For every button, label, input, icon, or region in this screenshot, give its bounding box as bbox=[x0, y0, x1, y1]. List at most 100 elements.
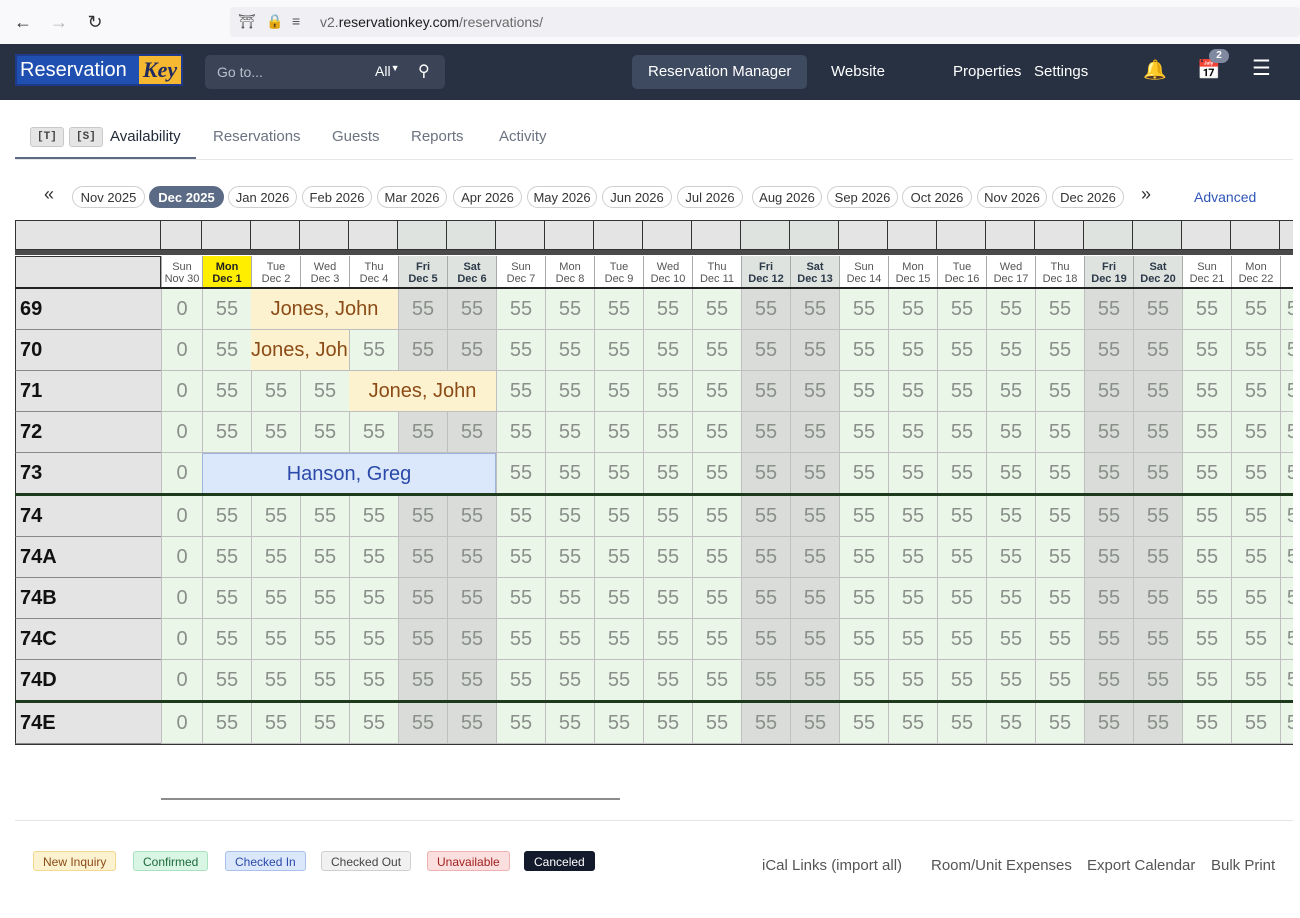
availability-cell[interactable]: 55 bbox=[1280, 660, 1293, 701]
availability-cell[interactable]: 55 bbox=[643, 496, 692, 537]
day-header[interactable]: Thu Dec 18 bbox=[1035, 256, 1084, 288]
nav-reservation-manager[interactable]: Reservation Manager bbox=[632, 55, 808, 89]
day-header[interactable]: D bbox=[1280, 256, 1293, 288]
availability-cell[interactable]: 55 bbox=[398, 496, 447, 537]
availability-cell[interactable]: 55 bbox=[594, 537, 643, 578]
availability-cell[interactable]: 55 bbox=[986, 412, 1035, 453]
availability-cell[interactable]: 55 bbox=[594, 578, 643, 619]
availability-cell[interactable]: 55 bbox=[1231, 371, 1280, 412]
search-input[interactable]: Go to... bbox=[217, 64, 263, 80]
month-mar-2026[interactable]: Mar 2026 bbox=[377, 186, 447, 208]
nav-website[interactable]: Website bbox=[815, 55, 901, 89]
availability-cell[interactable]: 55 bbox=[790, 703, 839, 744]
availability-cell[interactable]: 55 bbox=[888, 537, 937, 578]
availability-cell[interactable]: 55 bbox=[1035, 330, 1084, 371]
day-header[interactable]: Sun Dec 7 bbox=[496, 256, 545, 288]
day-header[interactable]: Sun Nov 30 bbox=[161, 256, 202, 288]
availability-cell[interactable]: 55 bbox=[300, 578, 349, 619]
availability-cell[interactable]: 55 bbox=[937, 453, 986, 494]
address-bar[interactable]: ⛩ 🔒 ≡ v2.reservationkey.com/reservations… bbox=[230, 7, 1300, 37]
day-header[interactable]: Sun Dec 21 bbox=[1182, 256, 1231, 288]
availability-cell[interactable]: 55 bbox=[545, 453, 594, 494]
day-header[interactable]: Fri Dec 5 bbox=[398, 256, 447, 288]
availability-cell[interactable]: 55 bbox=[398, 660, 447, 701]
availability-cell[interactable]: 55 bbox=[496, 660, 545, 701]
availability-cell[interactable]: 55 bbox=[594, 660, 643, 701]
availability-cell[interactable]: 55 bbox=[447, 496, 496, 537]
availability-cell[interactable]: 55 bbox=[496, 537, 545, 578]
availability-cell[interactable]: 55 bbox=[447, 578, 496, 619]
availability-cell[interactable]: 55 bbox=[888, 496, 937, 537]
availability-cell[interactable]: 55 bbox=[1280, 412, 1293, 453]
availability-cell[interactable]: 0 bbox=[161, 330, 202, 371]
day-header[interactable]: Wed Dec 10 bbox=[643, 256, 692, 288]
availability-cell[interactable]: 55 bbox=[692, 496, 741, 537]
availability-cell[interactable]: 55 bbox=[1084, 537, 1133, 578]
availability-cell[interactable]: 55 bbox=[1231, 703, 1280, 744]
availability-cell[interactable]: 55 bbox=[741, 537, 790, 578]
availability-cell[interactable]: 55 bbox=[447, 619, 496, 660]
availability-cell[interactable]: 55 bbox=[839, 412, 888, 453]
room-label[interactable]: 71 bbox=[15, 371, 161, 412]
room-label[interactable]: 74C bbox=[15, 619, 161, 660]
availability-cell[interactable]: 55 bbox=[545, 289, 594, 330]
availability-cell[interactable]: 55 bbox=[1084, 703, 1133, 744]
availability-cell[interactable]: 55 bbox=[398, 537, 447, 578]
availability-cell[interactable]: 55 bbox=[398, 703, 447, 744]
availability-cell[interactable]: 55 bbox=[1133, 371, 1182, 412]
reload-icon[interactable]: ↻ bbox=[83, 10, 107, 34]
availability-cell[interactable]: 55 bbox=[692, 660, 741, 701]
footer-link-2[interactable]: Export Calendar bbox=[1087, 857, 1195, 874]
availability-cell[interactable]: 55 bbox=[594, 703, 643, 744]
availability-cell[interactable]: 55 bbox=[643, 289, 692, 330]
availability-cell[interactable]: 55 bbox=[692, 330, 741, 371]
availability-cell[interactable]: 55 bbox=[1133, 289, 1182, 330]
availability-cell[interactable]: 55 bbox=[741, 412, 790, 453]
availability-cell[interactable]: 55 bbox=[643, 412, 692, 453]
availability-cell[interactable]: 55 bbox=[1084, 412, 1133, 453]
menu-icon[interactable]: ☰ bbox=[1252, 56, 1271, 81]
forward-icon[interactable]: → bbox=[47, 10, 71, 34]
availability-cell[interactable]: 55 bbox=[300, 619, 349, 660]
availability-cell[interactable]: 55 bbox=[447, 660, 496, 701]
availability-cell[interactable]: 55 bbox=[1231, 619, 1280, 660]
month-dec-2026[interactable]: Dec 2026 bbox=[1052, 186, 1124, 208]
availability-cell[interactable]: 55 bbox=[447, 703, 496, 744]
availability-cell[interactable]: 55 bbox=[790, 453, 839, 494]
room-label[interactable]: 74 bbox=[15, 496, 161, 537]
availability-cell[interactable]: 55 bbox=[594, 412, 643, 453]
availability-cell[interactable]: 55 bbox=[1084, 453, 1133, 494]
availability-cell[interactable]: 55 bbox=[741, 578, 790, 619]
availability-cell[interactable]: 55 bbox=[741, 330, 790, 371]
room-label[interactable]: 69 bbox=[15, 289, 161, 330]
availability-cell[interactable]: 55 bbox=[594, 619, 643, 660]
availability-cell[interactable]: 55 bbox=[545, 703, 594, 744]
availability-cell[interactable]: 55 bbox=[643, 660, 692, 701]
availability-cell[interactable]: 55 bbox=[594, 289, 643, 330]
availability-cell[interactable]: 55 bbox=[202, 496, 251, 537]
availability-cell[interactable]: 55 bbox=[937, 578, 986, 619]
horizontal-scrollbar[interactable] bbox=[161, 798, 620, 800]
availability-cell[interactable]: 55 bbox=[790, 412, 839, 453]
footer-link-0[interactable]: iCal Links (import all) bbox=[762, 857, 902, 874]
availability-cell[interactable]: 55 bbox=[251, 537, 300, 578]
availability-cell[interactable]: 55 bbox=[202, 703, 251, 744]
day-header[interactable]: Mon Dec 15 bbox=[888, 256, 937, 288]
availability-cell[interactable]: 55 bbox=[202, 660, 251, 701]
month-aug-2026[interactable]: Aug 2026 bbox=[752, 186, 822, 208]
availability-cell[interactable]: 55 bbox=[1084, 330, 1133, 371]
availability-cell[interactable]: 55 bbox=[888, 619, 937, 660]
availability-cell[interactable]: 55 bbox=[594, 453, 643, 494]
availability-cell[interactable]: 55 bbox=[398, 289, 447, 330]
availability-cell[interactable]: 55 bbox=[1035, 496, 1084, 537]
room-label[interactable]: 73 bbox=[15, 453, 161, 494]
availability-cell[interactable]: 55 bbox=[202, 578, 251, 619]
availability-cell[interactable]: 55 bbox=[545, 660, 594, 701]
availability-cell[interactable]: 55 bbox=[1035, 703, 1084, 744]
month-sep-2026[interactable]: Sep 2026 bbox=[827, 186, 898, 208]
day-header[interactable]: Tue Dec 9 bbox=[594, 256, 643, 288]
availability-cell[interactable]: 55 bbox=[545, 619, 594, 660]
day-header[interactable]: Fri Dec 12 bbox=[741, 256, 790, 288]
availability-cell[interactable]: 55 bbox=[1084, 578, 1133, 619]
availability-cell[interactable]: 55 bbox=[1231, 578, 1280, 619]
